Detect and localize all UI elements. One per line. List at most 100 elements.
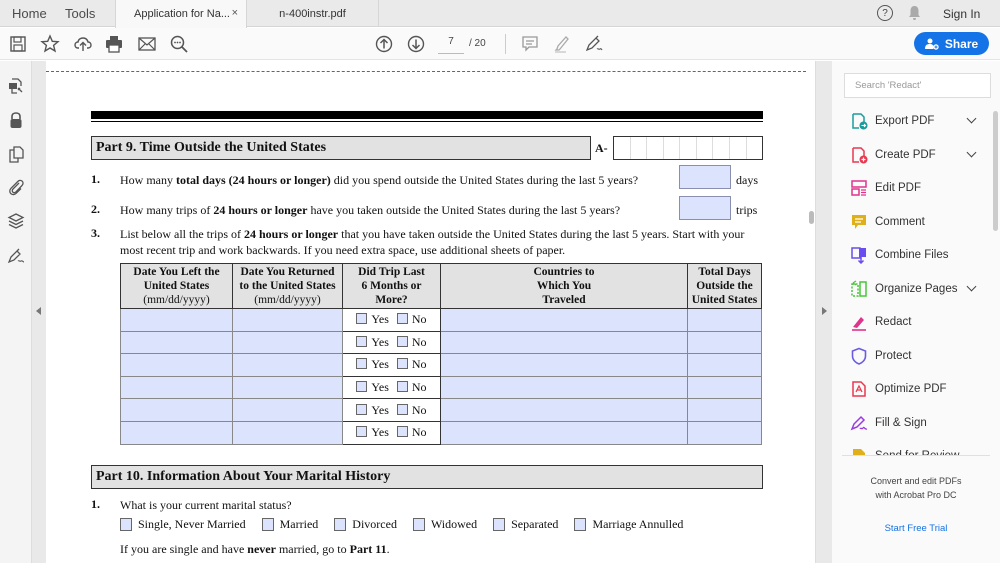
- date-left-input[interactable]: [120, 375, 233, 400]
- tools-search-input[interactable]: Search 'Redact': [844, 73, 991, 98]
- countries-input[interactable]: [440, 420, 688, 445]
- close-icon[interactable]: ×: [232, 7, 238, 19]
- tool-combine-files[interactable]: Combine Files: [842, 240, 990, 270]
- date-left-input[interactable]: [120, 398, 233, 422]
- marital-option[interactable]: Married: [261, 517, 318, 532]
- tool-create-pdf[interactable]: Create PDF: [842, 140, 990, 170]
- tool-optimize-pdf[interactable]: Optimize PDF: [842, 374, 990, 404]
- highlight-icon[interactable]: [552, 34, 572, 54]
- tools-tab[interactable]: Tools: [65, 6, 95, 21]
- yes-checkbox[interactable]: [356, 313, 368, 325]
- page-number-input[interactable]: 7: [438, 36, 464, 54]
- page-down-icon[interactable]: [406, 34, 426, 54]
- attachment-icon[interactable]: [7, 178, 25, 196]
- no-checkbox[interactable]: [396, 426, 408, 438]
- scrollbar-thumb[interactable]: [809, 211, 814, 224]
- yes-checkbox[interactable]: [356, 335, 368, 347]
- countries-input[interactable]: [440, 398, 688, 422]
- total-days-cell-input[interactable]: [687, 330, 762, 355]
- countries-input[interactable]: [440, 353, 688, 377]
- signature-icon[interactable]: [7, 247, 25, 265]
- marital-checkbox[interactable]: [261, 518, 274, 531]
- yes-checkbox[interactable]: [356, 426, 368, 438]
- total-days-input[interactable]: [679, 165, 731, 189]
- start-free-trial-link[interactable]: Start Free Trial: [832, 523, 1000, 534]
- bell-icon[interactable]: [908, 5, 921, 21]
- no-checkbox[interactable]: [396, 313, 408, 325]
- marital-option[interactable]: Separated: [493, 517, 558, 532]
- tool-redact[interactable]: Redact: [842, 307, 990, 337]
- date-returned-input[interactable]: [232, 420, 343, 445]
- yes-checkbox[interactable]: [356, 381, 368, 393]
- pages-icon[interactable]: [7, 145, 25, 163]
- tool-organize-pages[interactable]: Organize Pages: [842, 274, 990, 304]
- tools-scrollbar[interactable]: [993, 111, 998, 231]
- tool-fill-sign[interactable]: Fill & Sign: [842, 408, 990, 438]
- date-returned-input[interactable]: [232, 375, 343, 400]
- tool-send-for-review[interactable]: Send for Review: [842, 441, 990, 455]
- total-trips-input[interactable]: [679, 196, 731, 220]
- no-checkbox[interactable]: [396, 403, 408, 415]
- marital-checkbox[interactable]: [493, 518, 506, 531]
- home-tab[interactable]: Home: [12, 6, 47, 21]
- page-up-icon[interactable]: [374, 34, 394, 54]
- tab-n400instr[interactable]: n-400instr.pdf: [247, 0, 379, 27]
- print-icon[interactable]: [104, 34, 124, 54]
- marital-option-label: Divorced: [352, 517, 397, 531]
- date-returned-input[interactable]: [232, 330, 343, 355]
- marital-checkbox[interactable]: [120, 518, 132, 531]
- marital-option[interactable]: Marriage Annulled: [574, 517, 683, 532]
- tool-comment[interactable]: Comment: [842, 207, 990, 237]
- date-left-input[interactable]: [120, 420, 233, 445]
- tool-protect[interactable]: Protect: [842, 341, 990, 371]
- yes-checkbox[interactable]: [356, 358, 368, 370]
- help-icon[interactable]: ?: [877, 5, 893, 21]
- marital-checkbox[interactable]: [412, 518, 425, 531]
- date-left-input[interactable]: [120, 330, 233, 355]
- no-checkbox[interactable]: [396, 381, 408, 393]
- tool-export-pdf[interactable]: Export PDF: [842, 106, 990, 136]
- chevron-down-icon[interactable]: [966, 113, 977, 124]
- save-icon[interactable]: [8, 34, 28, 54]
- marital-checkbox[interactable]: [334, 518, 347, 531]
- right-panel-toggle[interactable]: [815, 61, 832, 563]
- marital-option[interactable]: Divorced: [334, 517, 397, 532]
- left-panel-toggle[interactable]: [32, 61, 46, 563]
- tab-application[interactable]: Application for Na... ×: [115, 0, 247, 28]
- lock-icon[interactable]: [7, 111, 25, 129]
- date-returned-input[interactable]: [232, 308, 343, 332]
- yes-checkbox[interactable]: [356, 403, 368, 415]
- chevron-down-icon[interactable]: [966, 281, 977, 291]
- sign-icon[interactable]: [584, 34, 604, 54]
- find-zoom-icon[interactable]: [169, 34, 189, 54]
- layers-icon[interactable]: [7, 212, 25, 230]
- total-days-cell-input[interactable]: [687, 420, 762, 445]
- upload-cloud-icon[interactable]: [73, 34, 93, 54]
- countries-input[interactable]: [440, 308, 688, 332]
- no-checkbox[interactable]: [396, 335, 408, 347]
- countries-input[interactable]: [440, 330, 688, 355]
- countries-input[interactable]: [440, 375, 688, 400]
- share-button[interactable]: Share: [914, 32, 989, 55]
- question-number: 1.: [91, 497, 100, 511]
- tool-edit-pdf[interactable]: Edit PDF: [842, 173, 990, 203]
- a-number-field[interactable]: [613, 136, 763, 160]
- export-redact-icon[interactable]: [7, 77, 25, 95]
- no-checkbox[interactable]: [396, 358, 408, 370]
- date-left-input[interactable]: [120, 308, 233, 332]
- comment-icon[interactable]: [520, 34, 540, 54]
- email-icon[interactable]: [137, 34, 157, 54]
- marital-option[interactable]: Widowed: [412, 517, 477, 532]
- total-days-cell-input[interactable]: [687, 398, 762, 422]
- marital-checkbox[interactable]: [574, 518, 587, 531]
- chevron-down-icon[interactable]: [966, 147, 977, 157]
- bookmark-star-icon[interactable]: [40, 34, 60, 54]
- total-days-cell-input[interactable]: [687, 353, 762, 377]
- date-returned-input[interactable]: [232, 398, 343, 422]
- total-days-cell-input[interactable]: [687, 308, 762, 332]
- sign-in-link[interactable]: Sign In: [943, 7, 980, 21]
- date-returned-input[interactable]: [232, 353, 343, 377]
- total-days-cell-input[interactable]: [687, 375, 762, 400]
- date-left-input[interactable]: [120, 353, 233, 377]
- marital-option[interactable]: Single, Never Married: [120, 517, 246, 532]
